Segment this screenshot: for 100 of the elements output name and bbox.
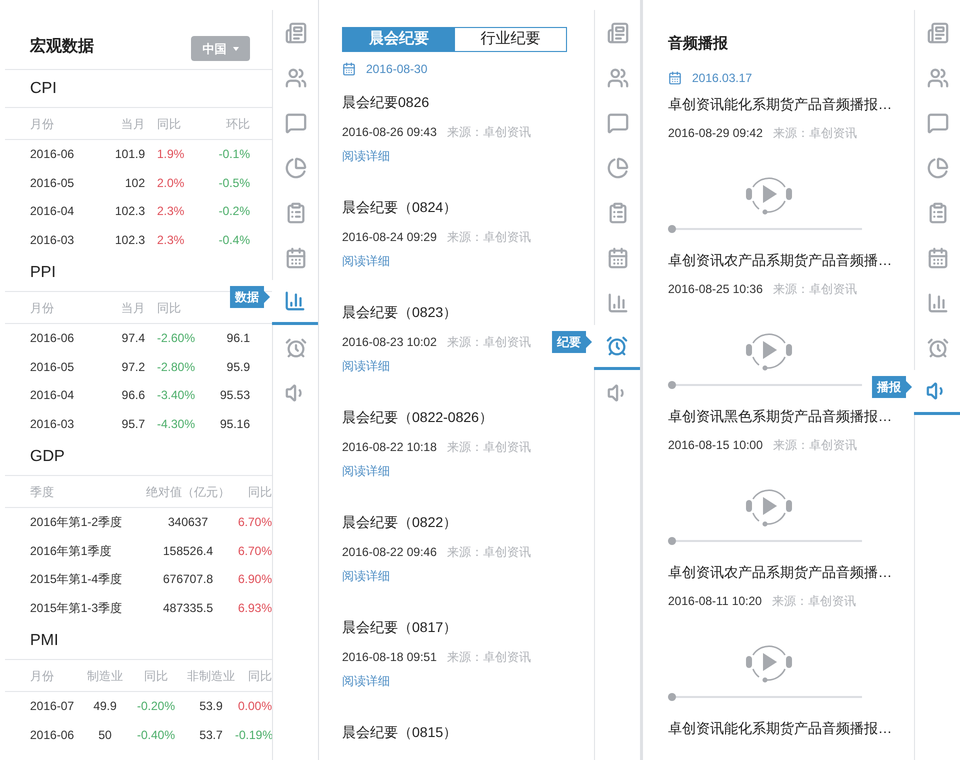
section-title: GDP (30, 446, 65, 466)
segment-tab[interactable]: 晨会纪要 (343, 28, 454, 50)
item-title: 晨会纪要（0822） (342, 512, 458, 532)
region-select[interactable]: 中国 (191, 36, 250, 61)
progress-thumb[interactable] (668, 693, 676, 701)
timestamp: 2016-08-22 10:18 (342, 438, 437, 456)
source-label: 来源：卓创资讯 (446, 334, 531, 350)
table-cell-text: -2.60% (156, 330, 196, 348)
timestamp: 2016-08-29 09:42 (668, 125, 763, 142)
source-label: 来源：卓创资讯 (446, 124, 531, 140)
timestamp: 2016-08-26 09:43 (342, 124, 437, 140)
chat-icon (926, 112, 948, 134)
table-cell-text: 2016年第1-2季度 (30, 514, 124, 532)
progress-track[interactable] (668, 225, 862, 233)
column-header: 季度 (30, 484, 55, 500)
read-more-link[interactable]: 阅读详细 (342, 252, 390, 268)
table-cell-text: 1.9% (156, 146, 186, 164)
source-label: 来源：卓创资讯 (772, 281, 857, 298)
table-cell-text: -0.19% (235, 726, 272, 744)
calendar-icon (342, 62, 356, 76)
timestamp: 2016-08-18 09:51 (342, 648, 437, 666)
table-cell-text: 50 (97, 726, 113, 744)
column-header: 同比 (247, 484, 272, 500)
table-cell-text: 97.2 (120, 358, 145, 376)
table-cell-text: -0.2% (218, 203, 250, 220)
progress-track[interactable] (668, 381, 862, 389)
table-cell-text: 6.90% (236, 571, 272, 588)
read-more-link[interactable]: 阅读详细 (342, 568, 390, 584)
timestamp: 2016-08-15 10:00 (668, 437, 763, 454)
table-cell-text: 49.9 (92, 698, 118, 716)
table-cell-text: 101.9 (114, 146, 145, 164)
column-header: 环比 (225, 116, 250, 132)
read-more-link[interactable]: 阅读详细 (342, 462, 390, 478)
read-more-link[interactable]: 阅读详细 (342, 148, 390, 164)
calendar-icon (284, 246, 306, 268)
column-header: 月份 (30, 668, 55, 684)
pie-chart-icon (284, 156, 306, 178)
table-cell-text: -0.40% (136, 726, 176, 744)
pie-chart-icon (926, 156, 948, 178)
calendar-icon (606, 246, 628, 268)
table-cell-text: 2016-03 (30, 232, 76, 249)
table-cell-text: 2.3% (156, 203, 186, 220)
table-cell-text: 158526.4 (162, 542, 214, 560)
item-title: 晨会纪要（0823） (342, 302, 458, 322)
page-title: 宏观数据 (30, 36, 94, 57)
table-cell-text: 676707.8 (162, 571, 214, 588)
table-cell-text: -0.1% (218, 146, 250, 164)
alarm-clock-icon (284, 336, 306, 358)
progress-thumb[interactable] (668, 381, 676, 389)
bar-chart-icon (284, 290, 306, 312)
table-cell-text: 2016-07 (30, 698, 76, 716)
table-cell-text: -0.5% (218, 174, 250, 192)
caret-icon (232, 46, 238, 50)
table-cell-text: 2016-04 (30, 203, 76, 220)
table-cell-text: -2.80% (156, 358, 196, 376)
progress-track[interactable] (668, 537, 862, 545)
clipboard-icon (926, 202, 948, 224)
newspaper-icon (926, 22, 948, 44)
table-cell-text: 102 (124, 174, 145, 192)
bar-chart-icon (926, 292, 948, 314)
section-title: CPI (30, 78, 57, 98)
progress-thumb[interactable] (668, 225, 676, 233)
timestamp: 2016-08-24 09:29 (342, 228, 437, 246)
source-label: 来源：卓创资讯 (446, 438, 531, 456)
alarm-clock-icon (606, 335, 628, 357)
progress-track[interactable] (668, 693, 862, 701)
table-cell-text: 2016-06 (30, 146, 76, 164)
clipboard-icon (606, 202, 628, 224)
column-header: 制造业 (86, 668, 124, 684)
read-more-link[interactable]: 阅读详细 (342, 672, 390, 688)
table-cell-text: 2016-05 (30, 174, 76, 192)
table-cell-text: 2016-06 (30, 726, 76, 744)
column-header: 同比 (156, 300, 182, 316)
progress-thumb[interactable] (668, 537, 676, 545)
source-label: 来源：卓创资讯 (772, 593, 856, 610)
timestamp: 2016-08-22 09:46 (342, 544, 437, 560)
table-cell-text: 2.3% (156, 232, 186, 249)
table-cell-text: 2016-05 (30, 358, 76, 376)
table-cell-text: 2015年第1-3季度 (30, 600, 124, 617)
read-more-link[interactable]: 阅读详细 (342, 358, 390, 374)
column-header: 同比 (156, 116, 182, 132)
column-header: 月份 (30, 116, 55, 132)
column-header: 绝对值（亿元） (145, 484, 231, 500)
table-cell-text: -0.4% (218, 232, 250, 249)
table-cell-text: 102.3 (114, 203, 145, 220)
table-cell-text: 6.70% (236, 542, 272, 560)
item-title: 卓创资讯农产品系期货产品音频播… (668, 251, 892, 270)
section-callout: 数据 (230, 286, 270, 308)
table-cell-text: 2.0% (156, 174, 186, 192)
source-label: 来源：卓创资讯 (772, 437, 857, 454)
people-icon (926, 66, 948, 88)
table-cell-text: 96.6 (120, 387, 145, 404)
table-cell-text: 97.4 (120, 330, 145, 348)
table-cell-text: 53.9 (198, 698, 224, 716)
table-cell-text: -3.40% (156, 387, 196, 404)
item-title: 晨会纪要（0824） (342, 198, 458, 216)
table-cell-text: 487335.5 (162, 600, 214, 617)
table-cell-text: 0.00% (236, 698, 272, 716)
table-cell-text: 95.9 (226, 358, 250, 376)
item-title: 卓创资讯能化系期货产品音频播报… (668, 719, 892, 738)
